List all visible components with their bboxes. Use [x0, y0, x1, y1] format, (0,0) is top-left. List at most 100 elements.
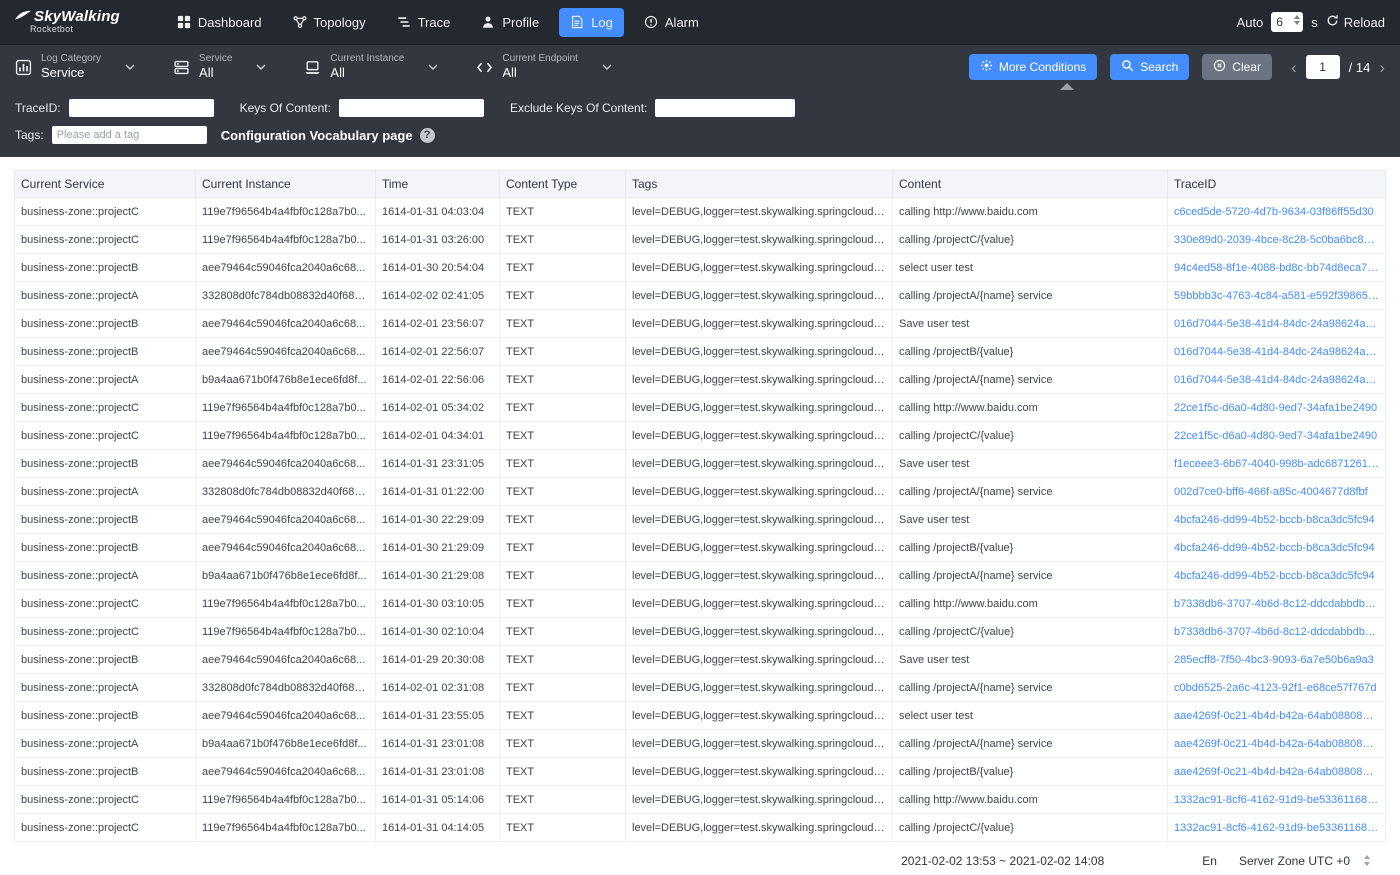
table-row[interactable]: business-zone::projectBaee79464c59046fca…	[15, 534, 1386, 562]
cell-trace-id[interactable]: b7338db6-3707-4b6d-8c12-ddcdabbdb45a	[1168, 590, 1386, 618]
nav-item-dashboard[interactable]: Dashboard	[166, 8, 273, 37]
cell-content: calling http://www.baidu.com	[893, 394, 1168, 422]
cell-content-type: TEXT	[500, 254, 626, 282]
cell-trace-id[interactable]: 59bbbb3c-4763-4c84-a581-e592f39865bd	[1168, 282, 1386, 310]
selector-value: All	[502, 65, 578, 81]
cell-tags: level=DEBUG,logger=test.skywalking.sprin…	[626, 730, 893, 758]
search-button[interactable]: Search	[1110, 54, 1189, 80]
cell-trace-id[interactable]: 002d7ce0-bff6-466f-a85c-4004677d8fbf	[1168, 478, 1386, 506]
table-row[interactable]: business-zone::projectC119e7f96564b4a4fb…	[15, 618, 1386, 646]
exclude-keys-input[interactable]	[655, 99, 795, 117]
auto-interval-value[interactable]	[1271, 15, 1291, 29]
cell-current-service: business-zone::projectC	[15, 786, 196, 814]
panel-caret-icon	[1060, 83, 1074, 90]
table-row[interactable]: business-zone::projectBaee79464c59046fca…	[15, 702, 1386, 730]
clear-label: Clear	[1232, 60, 1261, 74]
nav-item-alarm[interactable]: Alarm	[633, 8, 710, 37]
cell-trace-id[interactable]: 4bcfa246-dd99-4b52-bccb-b8ca3dc5fc94	[1168, 562, 1386, 590]
cell-trace-id[interactable]: 4bcfa246-dd99-4b52-bccb-b8ca3dc5fc94	[1168, 506, 1386, 534]
cell-time: 1614-01-30 21:29:08	[376, 562, 500, 590]
nav-item-topology[interactable]: Topology	[282, 8, 377, 37]
cell-trace-id[interactable]: aae4269f-0c21-4b4d-b42a-64ab08808ac8	[1168, 702, 1386, 730]
cell-tags: level=DEBUG,logger=test.skywalking.sprin…	[626, 562, 893, 590]
cell-trace-id[interactable]: 016d7044-5e38-41d4-84dc-24a98624a30e	[1168, 366, 1386, 394]
logo[interactable]: SkyWalking Rocketbot	[15, 9, 120, 35]
table-row[interactable]: business-zone::projectC119e7f96564b4a4fb…	[15, 786, 1386, 814]
selector-current-endpoint[interactable]: Current EndpointAll	[476, 53, 612, 82]
cell-current-service: business-zone::projectA	[15, 730, 196, 758]
exclude-keys-label: Exclude Keys Of Content:	[510, 101, 647, 115]
table-row[interactable]: business-zone::projectA332808d0fc784db08…	[15, 478, 1386, 506]
cell-trace-id[interactable]: 22ce1f5c-d6a0-4d80-9ed7-34afa1be2490	[1168, 394, 1386, 422]
more-conditions-button[interactable]: More Conditions	[969, 54, 1097, 80]
page-number-input[interactable]: 1	[1306, 55, 1340, 79]
cell-time: 1614-01-31 04:03:04	[376, 198, 500, 226]
cell-trace-id[interactable]: 1332ac91-8cf6-4162-91d9-be53361168a9	[1168, 786, 1386, 814]
stepper-down-icon[interactable]	[1294, 21, 1300, 25]
trace-id-input[interactable]	[69, 99, 214, 117]
cell-trace-id[interactable]: 016d7044-5e38-41d4-84dc-24a98624a30e	[1168, 338, 1386, 366]
stepper-up-icon[interactable]	[1294, 15, 1300, 19]
cell-current-service: business-zone::projectA	[15, 674, 196, 702]
table-row[interactable]: business-zone::projectBaee79464c59046fca…	[15, 758, 1386, 786]
trace-id-label: TraceID:	[15, 101, 61, 115]
cell-content: calling http://www.baidu.com	[893, 590, 1168, 618]
next-page-icon[interactable]: ›	[1379, 59, 1385, 76]
cell-trace-id[interactable]: 285ecff8-7f50-4bc3-9093-6a7e50b6a9a3	[1168, 646, 1386, 674]
clear-button[interactable]: Clear	[1202, 54, 1272, 80]
prev-page-icon[interactable]: ‹	[1291, 59, 1297, 76]
auto-interval-stepper[interactable]	[1294, 15, 1300, 25]
table-row[interactable]: business-zone::projectBaee79464c59046fca…	[15, 310, 1386, 338]
time-range-picker[interactable]: 2021-02-02 13:53 ~ 2021-02-02 14:08	[901, 854, 1104, 868]
selector-service[interactable]: ServiceAll	[173, 53, 266, 82]
cell-trace-id[interactable]: f1eceee3-6b67-4040-998b-adc6871261c1	[1168, 450, 1386, 478]
cell-trace-id[interactable]: aae4269f-0c21-4b4d-b42a-64ab08808ac8	[1168, 758, 1386, 786]
selector-current-instance[interactable]: Current InstanceAll	[304, 53, 438, 82]
tags-input[interactable]	[52, 126, 207, 144]
cell-trace-id[interactable]: c0bd6525-2a6c-4123-92f1-e68ce57f767d	[1168, 674, 1386, 702]
cell-time: 1614-01-31 04:14:05	[376, 814, 500, 842]
server-zone-stepper[interactable]	[1364, 855, 1370, 866]
language-toggle[interactable]: En	[1202, 854, 1217, 868]
table-row[interactable]: business-zone::projectC119e7f96564b4a4fb…	[15, 394, 1386, 422]
cell-trace-id[interactable]: c6ced5de-5720-4d7b-9634-03f86ff55d30	[1168, 198, 1386, 226]
table-row[interactable]: business-zone::projectAb9a4aa671b0f476b8…	[15, 730, 1386, 758]
cell-trace-id[interactable]: aae4269f-0c21-4b4d-b42a-64ab08808ac8	[1168, 730, 1386, 758]
table-row[interactable]: business-zone::projectBaee79464c59046fca…	[15, 646, 1386, 674]
table-row[interactable]: business-zone::projectC119e7f96564b4a4fb…	[15, 226, 1386, 254]
zone-down-icon[interactable]	[1364, 862, 1370, 866]
vocabulary-link[interactable]: Configuration Vocabulary page	[221, 128, 413, 143]
selector-log-category[interactable]: Log CategoryService	[15, 53, 135, 82]
cell-trace-id[interactable]: 94c4ed58-8f1e-4088-bd8c-bb74d8eca703	[1168, 254, 1386, 282]
zone-up-icon[interactable]	[1364, 855, 1370, 859]
auto-unit-label: s	[1311, 15, 1318, 30]
cell-tags: level=DEBUG,logger=test.skywalking.sprin…	[626, 478, 893, 506]
table-row[interactable]: business-zone::projectC119e7f96564b4a4fb…	[15, 814, 1386, 842]
cell-time: 1614-02-01 22:56:07	[376, 338, 500, 366]
auto-interval-input[interactable]	[1271, 12, 1303, 32]
nav-item-trace[interactable]: Trace	[386, 8, 462, 37]
table-row[interactable]: business-zone::projectC119e7f96564b4a4fb…	[15, 590, 1386, 618]
table-row[interactable]: business-zone::projectBaee79464c59046fca…	[15, 450, 1386, 478]
table-row[interactable]: business-zone::projectAb9a4aa671b0f476b8…	[15, 562, 1386, 590]
cell-trace-id[interactable]: b7338db6-3707-4b6d-8c12-ddcdabbdb45a	[1168, 618, 1386, 646]
table-row[interactable]: business-zone::projectBaee79464c59046fca…	[15, 338, 1386, 366]
cell-trace-id[interactable]: 330e89d0-2039-4bce-8c28-5c0ba6bc8ce7	[1168, 226, 1386, 254]
table-row[interactable]: business-zone::projectC119e7f96564b4a4fb…	[15, 422, 1386, 450]
table-row[interactable]: business-zone::projectC119e7f96564b4a4fb…	[15, 198, 1386, 226]
reload-button[interactable]: Reload	[1326, 14, 1385, 30]
nav-item-log[interactable]: Log	[559, 8, 624, 37]
table-row[interactable]: business-zone::projectAb9a4aa671b0f476b8…	[15, 366, 1386, 394]
table-row[interactable]: business-zone::projectBaee79464c59046fca…	[15, 254, 1386, 282]
cell-trace-id[interactable]: 22ce1f5c-d6a0-4d80-9ed7-34afa1be2490	[1168, 422, 1386, 450]
help-icon[interactable]: ?	[420, 128, 435, 143]
table-row[interactable]: business-zone::projectBaee79464c59046fca…	[15, 506, 1386, 534]
nav-item-profile[interactable]: Profile	[470, 8, 550, 37]
cell-trace-id[interactable]: 4bcfa246-dd99-4b52-bccb-b8ca3dc5fc94	[1168, 534, 1386, 562]
keys-of-content-input[interactable]	[339, 99, 484, 117]
cell-trace-id[interactable]: 1332ac91-8cf6-4162-91d9-be53361168a9	[1168, 814, 1386, 842]
table-row[interactable]: business-zone::projectA332808d0fc784db08…	[15, 674, 1386, 702]
cell-trace-id[interactable]: 016d7044-5e38-41d4-84dc-24a98624a30e	[1168, 310, 1386, 338]
keys-of-content-group: Keys Of Content:	[240, 99, 484, 117]
table-row[interactable]: business-zone::projectA332808d0fc784db08…	[15, 282, 1386, 310]
